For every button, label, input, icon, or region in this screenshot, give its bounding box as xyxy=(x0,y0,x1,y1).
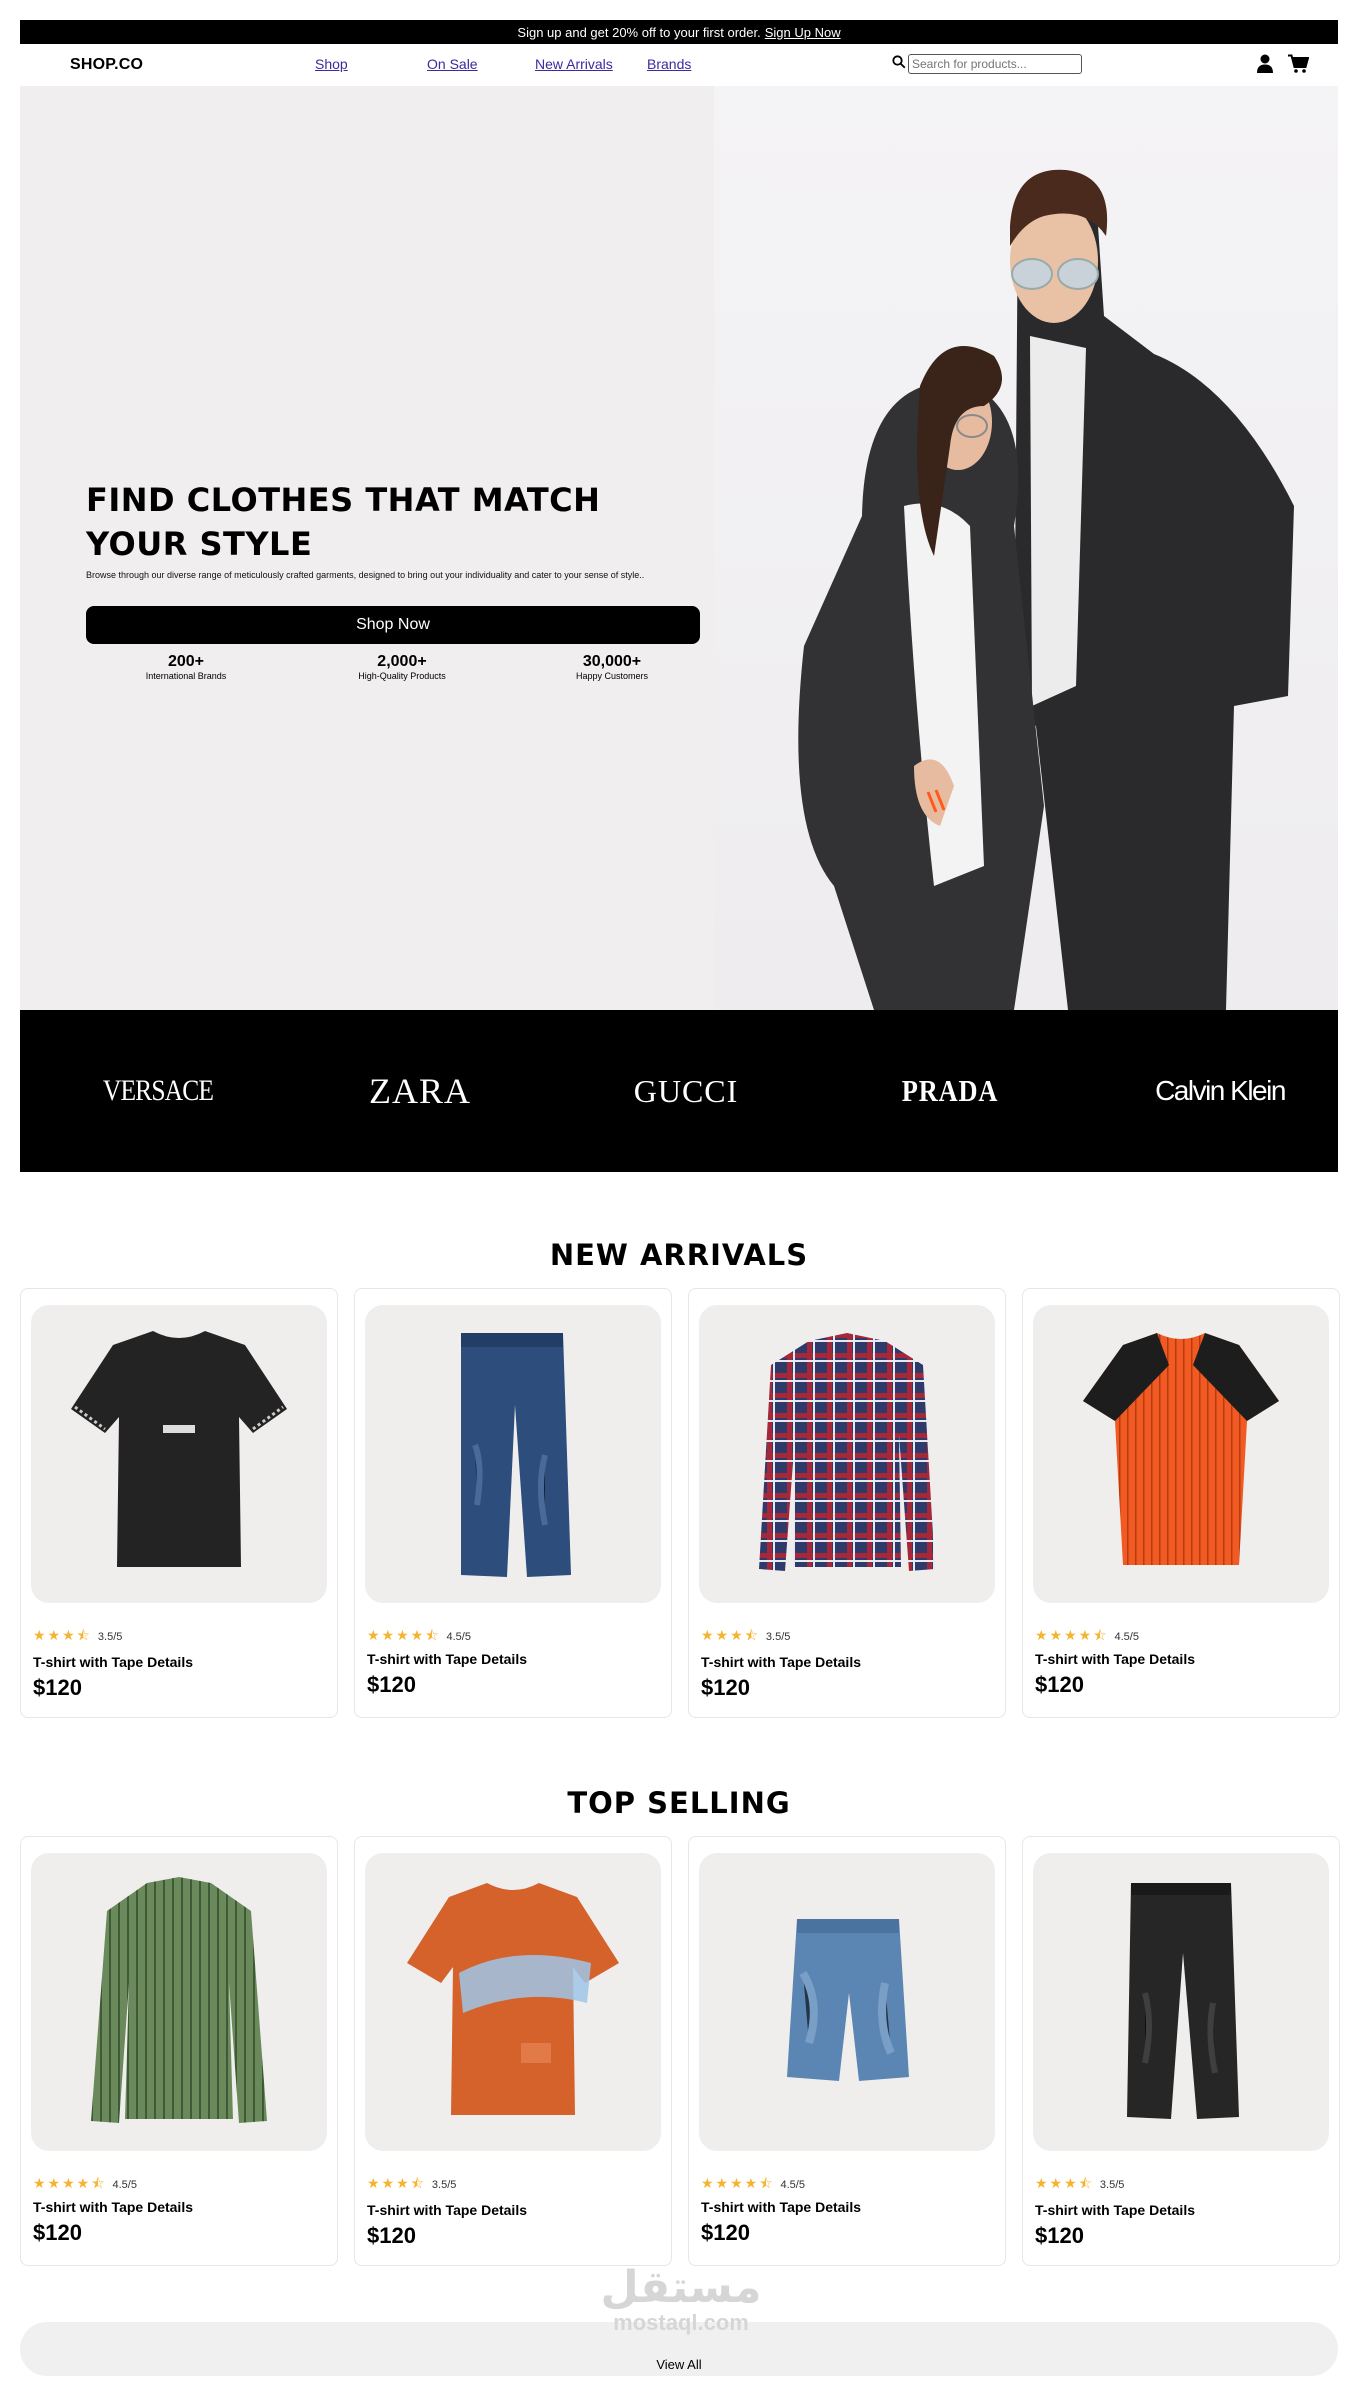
stars-icon: ★★★⯪ xyxy=(701,1627,760,1643)
product-card[interactable]: ★★★⯪ 3.5/5 T-shirt with Tape Details $120 xyxy=(688,1288,1006,1718)
stat-value: 30,000+ xyxy=(582,653,642,670)
product-rating: ★★★★⯪ 4.5/5 xyxy=(367,1625,471,1649)
site-header: SHOP.CO Shop On Sale New Arrivals Brands xyxy=(20,44,1338,86)
product-rating: ★★★⯪ 3.5/5 xyxy=(367,2173,456,2197)
product-price: $120 xyxy=(1035,1672,1084,1697)
announcement-bar: Sign up and get 20% off to your first or… xyxy=(20,20,1338,44)
search-icon[interactable] xyxy=(892,54,906,74)
stars-icon: ★★★★⯪ xyxy=(1035,1627,1109,1643)
sign-up-link[interactable]: Sign Up Now xyxy=(765,25,841,40)
product-name: T-shirt with Tape Details xyxy=(33,2199,193,2215)
stars-icon: ★★★⯪ xyxy=(33,1627,92,1643)
product-rating: ★★★★⯪ 4.5/5 xyxy=(33,2173,137,2197)
hero-section: FIND CLOTHES THAT MATCH YOUR STYLE Brows… xyxy=(20,86,1338,1010)
product-image-orange-raglan-tee xyxy=(1033,1305,1329,1603)
product-card[interactable]: ★★★⯪ 3.5/5 T-shirt with Tape Details $120 xyxy=(20,1288,338,1718)
brands-band: VERSACE ZARA GUCCI PRADA Calvin Klein xyxy=(20,1010,1338,1172)
user-icon[interactable] xyxy=(1256,54,1274,79)
product-name: T-shirt with Tape Details xyxy=(1035,2202,1195,2218)
search-input[interactable] xyxy=(908,54,1082,74)
stat-products: 2,000+ High-Quality Products xyxy=(322,652,482,682)
rating-value: 3.5/5 xyxy=(97,1631,123,1643)
product-image-plaid-shirt xyxy=(699,1305,995,1603)
hero-subtitle: Browse through our diverse range of meti… xyxy=(86,570,645,580)
product-price: $120 xyxy=(33,1675,82,1700)
product-card[interactable]: ★★★★⯪ 4.5/5 T-shirt with Tape Details $12… xyxy=(1022,1288,1340,1718)
nav-shop[interactable]: Shop xyxy=(315,56,348,72)
product-name: T-shirt with Tape Details xyxy=(701,1654,861,1670)
stat-label: International Brands xyxy=(145,671,227,681)
product-name: T-shirt with Tape Details xyxy=(367,1651,527,1667)
nav-on-sale[interactable]: On Sale xyxy=(427,56,478,72)
stat-brands: 200+ International Brands xyxy=(106,652,266,682)
stars-icon: ★★★⯪ xyxy=(1035,2175,1094,2191)
rating-value: 3.5/5 xyxy=(1099,2179,1125,2191)
rating-value: 3.5/5 xyxy=(431,2179,457,2191)
product-image-orange-graphic-tee xyxy=(365,1853,661,2151)
product-card[interactable]: ★★★⯪ 3.5/5 T-shirt with Tape Details $120 xyxy=(354,1836,672,2266)
brand-versace: VERSACE xyxy=(102,1074,214,1107)
stars-icon: ★★★★⯪ xyxy=(367,1627,441,1643)
cart-icon[interactable] xyxy=(1288,54,1310,79)
product-card[interactable]: ★★★★⯪ 4.5/5 T-shirt with Tape Details $12… xyxy=(688,1836,1006,2266)
rating-value: 4.5/5 xyxy=(1114,1631,1139,1643)
brand-gucci: GUCCI xyxy=(633,1072,739,1109)
product-price: $120 xyxy=(33,2220,82,2245)
view-all-label: View All xyxy=(656,2357,702,2372)
product-image-blue-jeans xyxy=(365,1305,661,1603)
product-price: $120 xyxy=(1035,2223,1084,2248)
search-bar xyxy=(892,54,1082,74)
watermark-latin: mostaql.com xyxy=(613,2310,749,2335)
rating-value: 4.5/5 xyxy=(780,2179,805,2191)
stars-icon: ★★★⯪ xyxy=(367,2175,426,2191)
product-price: $120 xyxy=(367,2223,416,2248)
new-arrivals-title: NEW ARRIVALS xyxy=(549,1238,809,1272)
shop-now-button[interactable]: Shop Now xyxy=(86,606,700,644)
watermark-arabic: مستقل xyxy=(600,2262,762,2313)
product-price: $120 xyxy=(701,1675,750,1700)
top-selling-grid: ★★★★⯪ 4.5/5 T-shirt with Tape Details $12… xyxy=(20,1836,1340,2266)
product-price: $120 xyxy=(701,2220,750,2245)
rating-value: 4.5/5 xyxy=(112,2179,137,2191)
stars-icon: ★★★★⯪ xyxy=(701,2175,775,2191)
product-card[interactable]: ★★★★⯪ 4.5/5 T-shirt with Tape Details $12… xyxy=(20,1836,338,2266)
brand-zara: ZARA xyxy=(369,1071,471,1111)
product-name: T-shirt with Tape Details xyxy=(367,2202,527,2218)
rating-value: 4.5/5 xyxy=(446,1631,471,1643)
stat-value: 2,000+ xyxy=(377,653,427,670)
product-price: $120 xyxy=(367,1672,416,1697)
stat-value: 200+ xyxy=(167,653,205,670)
top-selling-title: TOP SELLING xyxy=(567,1786,791,1820)
product-rating: ★★★⯪ 3.5/5 xyxy=(701,1625,790,1649)
stat-label: High-Quality Products xyxy=(358,671,446,681)
stat-label: Happy Customers xyxy=(575,671,649,681)
stat-customers: 30,000+ Happy Customers xyxy=(532,652,692,682)
hero-photo xyxy=(714,86,1338,1010)
product-rating: ★★★★⯪ 4.5/5 xyxy=(1035,1625,1139,1649)
product-rating: ★★★⯪ 3.5/5 xyxy=(1035,2173,1124,2197)
nav-new-arrivals[interactable]: New Arrivals xyxy=(535,56,613,72)
product-image-green-striped-shirt xyxy=(31,1853,327,2151)
product-card[interactable]: ★★★★⯪ 4.5/5 T-shirt with Tape Details $12… xyxy=(354,1288,672,1718)
product-name: T-shirt with Tape Details xyxy=(33,1654,193,1670)
brand-calvin-klein: Calvin Klein xyxy=(1155,1075,1286,1106)
watermark: مستقل mostaql.com xyxy=(596,2264,766,2334)
rating-value: 3.5/5 xyxy=(765,1631,791,1643)
page: Sign up and get 20% off to your first or… xyxy=(20,20,1338,1172)
product-card[interactable]: ★★★⯪ 3.5/5 T-shirt with Tape Details $120 xyxy=(1022,1836,1340,2266)
brand-prada: PRADA xyxy=(901,1073,999,1108)
hero-title: FIND CLOTHES THAT MATCH YOUR STYLE xyxy=(86,481,601,563)
product-rating: ★★★★⯪ 4.5/5 xyxy=(701,2173,805,2197)
product-name: T-shirt with Tape Details xyxy=(1035,1651,1195,1667)
stars-icon: ★★★★⯪ xyxy=(33,2175,107,2191)
promo-text: Sign up and get 20% off to your first or… xyxy=(517,24,761,40)
product-name: T-shirt with Tape Details xyxy=(701,2199,861,2215)
product-image-black-tshirt xyxy=(31,1305,327,1603)
product-rating: ★★★⯪ 3.5/5 xyxy=(33,1625,122,1649)
product-image-denim-shorts xyxy=(699,1853,995,2151)
logo[interactable]: SHOP.CO xyxy=(70,56,143,74)
nav-brands[interactable]: Brands xyxy=(647,56,691,72)
new-arrivals-grid: ★★★⯪ 3.5/5 T-shirt with Tape Details $120… xyxy=(20,1288,1340,1718)
product-image-black-jeans xyxy=(1033,1853,1329,2151)
